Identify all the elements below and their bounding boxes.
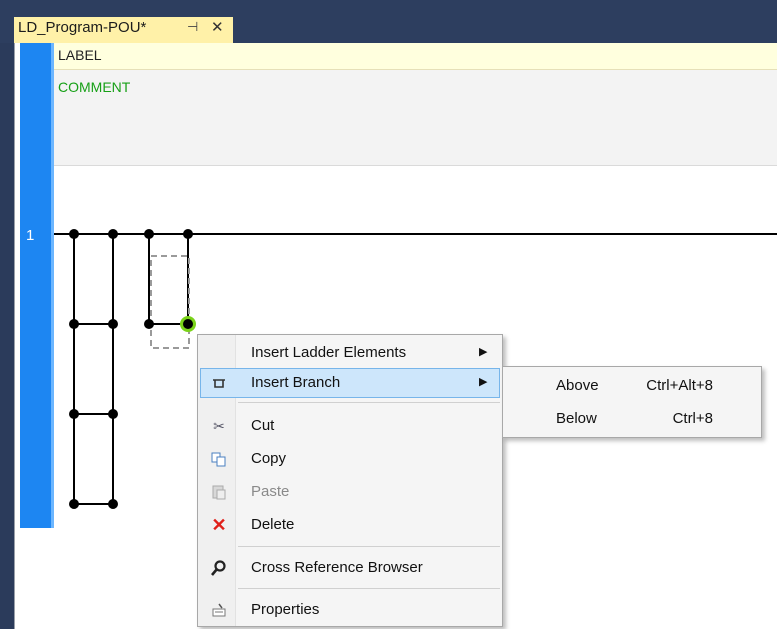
menu-item-label: Properties: [251, 601, 320, 618]
menu-item-insert-branch[interactable]: Insert Branch ▶: [200, 368, 500, 398]
submenu-item-label: Above: [556, 377, 599, 394]
node: [108, 229, 118, 239]
properties-icon: [210, 601, 228, 619]
selected-node[interactable]: [183, 319, 193, 329]
menu-item-delete[interactable]: ✕ Delete: [200, 510, 500, 540]
node: [69, 409, 79, 419]
menu-item-label: Cross Reference Browser: [251, 559, 423, 576]
node: [69, 499, 79, 509]
submenu-arrow-icon: ▶: [479, 346, 488, 358]
submenu-item-label: Below: [556, 410, 597, 427]
submenu-item-above[interactable]: Above Ctrl+Alt+8: [503, 371, 761, 401]
node: [108, 499, 118, 509]
menu-separator: [238, 588, 500, 589]
context-menu: Insert Ladder Elements ▶ Insert Branch ▶…: [197, 334, 503, 627]
menu-item-insert-ladder-elements[interactable]: Insert Ladder Elements ▶: [200, 338, 500, 368]
ladder-nodes[interactable]: [69, 229, 193, 509]
menu-item-label: Delete: [251, 516, 295, 533]
node: [69, 319, 79, 329]
menu-item-label: Insert Ladder Elements: [251, 344, 407, 361]
menu-separator: [238, 546, 500, 547]
menu-item-cut[interactable]: ✂ Cut: [200, 411, 500, 441]
menu-separator: [238, 402, 500, 403]
node: [144, 229, 154, 239]
insert-branch-submenu: Above Ctrl+Alt+8 Below Ctrl+8: [502, 366, 762, 438]
menu-item-paste[interactable]: Paste: [200, 477, 500, 507]
submenu-item-shortcut: Ctrl+Alt+8: [646, 377, 713, 394]
menu-item-label: Cut: [251, 417, 275, 434]
node: [144, 319, 154, 329]
node: [108, 409, 118, 419]
branch-selection-box[interactable]: [150, 255, 190, 349]
node: [69, 229, 79, 239]
menu-item-label: Paste: [251, 483, 290, 500]
insert-branch-icon: [210, 374, 228, 392]
scissors-icon: ✂: [213, 418, 225, 434]
menu-item-label: Insert Branch: [251, 374, 341, 391]
menu-item-properties[interactable]: Properties: [200, 595, 500, 625]
menu-item-cross-reference-browser[interactable]: Cross Reference Browser: [200, 553, 500, 583]
submenu-item-below[interactable]: Below Ctrl+8: [503, 404, 761, 434]
submenu-item-shortcut: Ctrl+8: [672, 410, 713, 427]
delete-x-icon: ✕: [211, 515, 227, 535]
paste-icon: [210, 483, 228, 501]
copy-icon: [210, 450, 228, 468]
magnifier-icon: [210, 559, 228, 577]
submenu-arrow-icon: ▶: [479, 376, 488, 388]
node: [183, 229, 193, 239]
menu-item-label: Copy: [251, 450, 287, 467]
node: [108, 319, 118, 329]
menu-item-copy[interactable]: Copy: [200, 444, 500, 474]
